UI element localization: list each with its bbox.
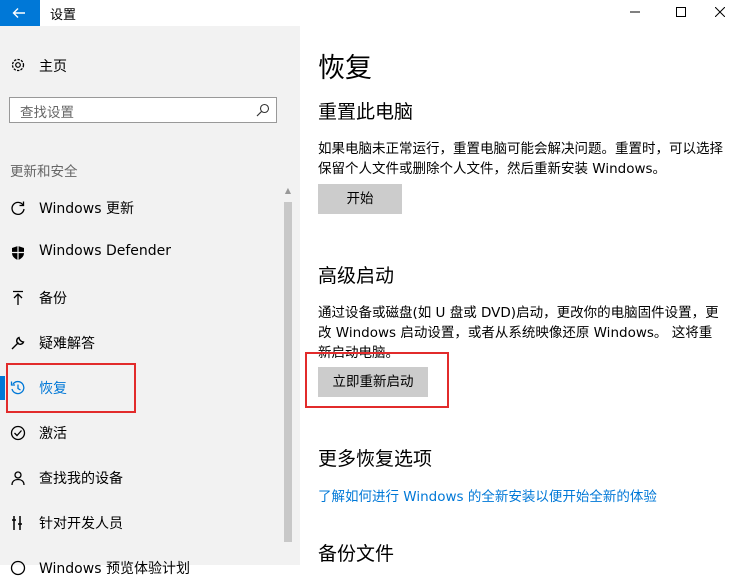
sidebar-item-label: Windows 更新 [39,201,134,217]
sidebar-item-find-my-device[interactable]: 查找我的设备 [0,462,280,494]
window-title: 设置 [50,8,77,23]
sidebar-item-backup[interactable]: 备份 [0,282,280,314]
check-circle-icon [10,425,26,441]
active-indicator [0,376,5,400]
close-icon [715,7,725,17]
gear-icon [11,58,25,72]
home-nav-item[interactable]: 主页 [10,56,130,76]
person-pin-icon [11,471,25,486]
scroll-up-arrow-icon[interactable]: ▲ [283,184,293,198]
recovery-highlight-box [6,363,136,413]
main-content: 恢复 重置此电脑 如果电脑未正常运行，重置电脑可能会解决问题。重置时，可以选择保… [300,26,739,565]
section-label: 更新和安全 [10,164,78,180]
sidebar-item-label: 激活 [39,426,67,442]
search-placeholder: 查找设置 [20,105,74,121]
sidebar-item-label: Windows 预览体验计划 [39,561,190,577]
sidebar-item-label: 针对开发人员 [39,516,123,532]
fresh-start-link[interactable]: 了解如何进行 Windows 的全新安装以便开始全新的体验 [318,485,657,505]
refresh-icon [11,201,25,215]
restart-highlight-box [305,352,449,408]
scrollbar-thumb[interactable] [284,202,292,542]
close-button[interactable] [697,0,739,26]
more-recovery-heading: 更多恢复选项 [318,448,433,470]
wrench-icon [11,336,25,350]
maximize-icon [676,7,686,17]
reset-start-button[interactable]: 开始 [318,184,402,214]
smiley-icon [10,560,26,576]
sidebar-item-troubleshoot[interactable]: 疑难解答 [0,327,280,359]
sidebar-item-label: 查找我的设备 [39,471,123,487]
sidebar: 主页 查找设置 更新和安全 Windows 更新 Windows Defende… [0,26,300,577]
home-label: 主页 [39,59,67,75]
sidebar-item-activation[interactable]: 激活 [0,417,280,449]
sidebar-item-label: Windows Defender [39,243,172,259]
shield-icon [12,246,24,260]
backup-files-heading: 备份文件 [318,543,395,565]
search-icon [256,103,270,117]
page-title: 恢复 [318,53,372,84]
search-input[interactable]: 查找设置 [9,97,277,123]
back-button[interactable] [0,0,40,26]
title-bar: 设置 [0,0,739,26]
reset-description: 如果电脑未正常运行，重置电脑可能会解决问题。重置时，可以选择保留个人文件或删除个… [318,141,723,177]
back-arrow-icon [12,8,25,18]
backup-arrow-icon [13,290,23,305]
minimize-icon [630,11,640,13]
sidebar-item-windows-defender[interactable]: Windows Defender [0,237,280,269]
sidebar-item-for-developers[interactable]: 针对开发人员 [0,507,280,539]
developer-tools-icon [12,516,22,530]
sidebar-item-windows-update[interactable]: Windows 更新 [0,192,280,224]
sidebar-item-insider-program[interactable]: Windows 预览体验计划 [0,552,280,584]
reset-heading: 重置此电脑 [318,101,414,123]
minimize-button[interactable] [612,0,658,26]
advanced-startup-heading: 高级启动 [318,265,395,287]
sidebar-item-label: 疑难解答 [39,336,95,352]
sidebar-item-label: 备份 [39,291,67,307]
